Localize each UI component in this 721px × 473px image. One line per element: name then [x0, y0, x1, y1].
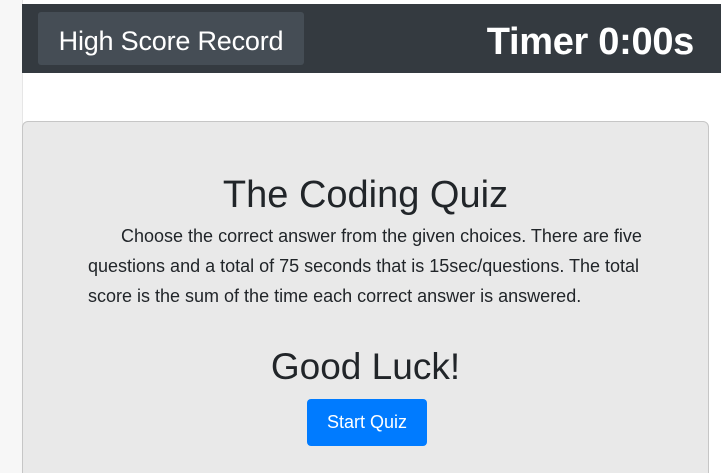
start-quiz-button[interactable]: Start Quiz [307, 399, 427, 446]
timer-label: Timer [486, 21, 589, 63]
good-luck-heading: Good Luck! [270, 346, 461, 387]
quiz-instructions: Choose the correct answer from the given… [88, 226, 642, 306]
high-score-record-button[interactable]: High Score Record [38, 12, 304, 65]
navbar: High Score Record Timer 0:00s [22, 4, 721, 73]
page: High Score Record Timer 0:00s The Coding… [0, 0, 721, 473]
timer-value: 0:00s [598, 21, 694, 63]
left-gutter [0, 0, 23, 473]
timer: Timer 0:00s [486, 17, 695, 67]
quiz-title: The Coding Quiz [222, 174, 509, 216]
quiz-intro-card: The Coding Quiz Choose the correct answe… [22, 121, 709, 473]
